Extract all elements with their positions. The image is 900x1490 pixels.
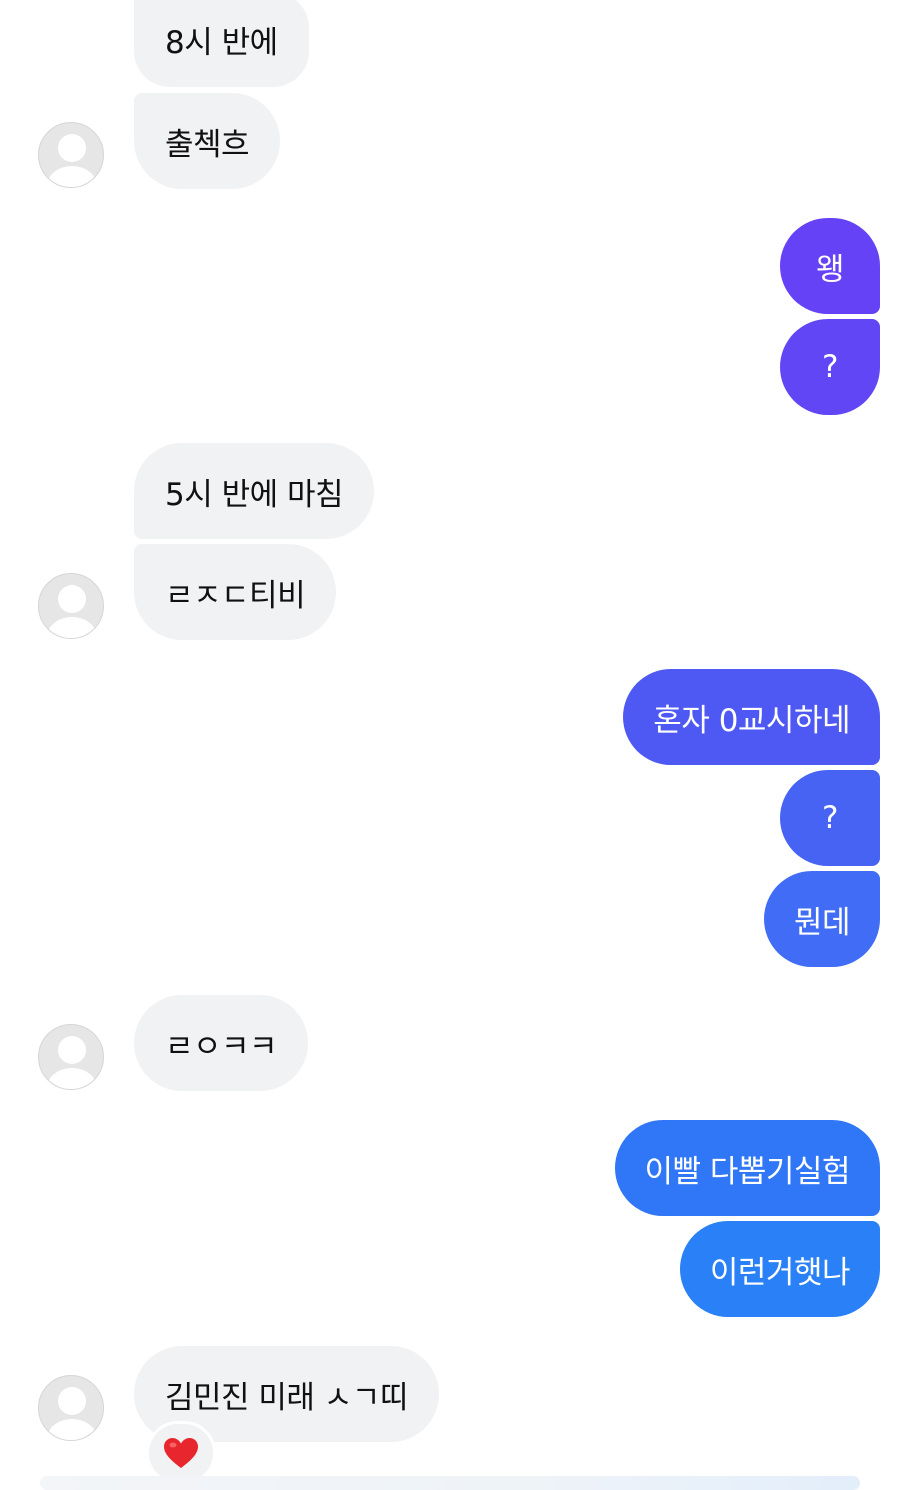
incoming-message[interactable]: 8시 반에 xyxy=(134,0,309,87)
avatar-body xyxy=(47,1068,97,1089)
message-input-edge xyxy=(40,1476,860,1490)
avatar-body xyxy=(47,166,97,187)
avatar[interactable] xyxy=(38,122,104,188)
incoming-message[interactable]: 출첵흐 xyxy=(134,93,281,189)
outgoing-message[interactable]: 이빨 다뽑기실험 xyxy=(614,1120,880,1216)
outgoing-message[interactable]: 이런거햇나 xyxy=(679,1221,880,1317)
avatar-head xyxy=(58,1036,86,1064)
outgoing-message[interactable]: 혼자 0교시하네 xyxy=(623,669,880,765)
avatar-body xyxy=(47,1419,97,1440)
heart-icon xyxy=(164,1438,198,1468)
avatar[interactable] xyxy=(38,573,104,639)
avatar[interactable] xyxy=(38,1375,104,1441)
incoming-message[interactable]: ㄹㅈㄷ티비 xyxy=(134,544,337,640)
incoming-message[interactable]: 5시 반에 마침 xyxy=(134,443,375,539)
avatar-body xyxy=(47,617,97,638)
avatar[interactable] xyxy=(38,1024,104,1090)
outgoing-message[interactable]: 뭔데 xyxy=(763,871,880,967)
avatar-head xyxy=(58,1387,86,1415)
avatar-head xyxy=(58,134,86,162)
outgoing-message[interactable]: ? xyxy=(780,319,880,415)
chat-thread: 8시 반에 출첵흐 왱 ? 5시 반에 마침 ㄹㅈㄷ티비 혼자 0교시하네 ? … xyxy=(0,0,900,1490)
avatar-head xyxy=(58,585,86,613)
incoming-message[interactable]: ㄹㅇㅋㅋ xyxy=(134,995,309,1091)
outgoing-message[interactable]: ? xyxy=(780,770,880,866)
outgoing-message[interactable]: 왱 xyxy=(780,218,880,314)
